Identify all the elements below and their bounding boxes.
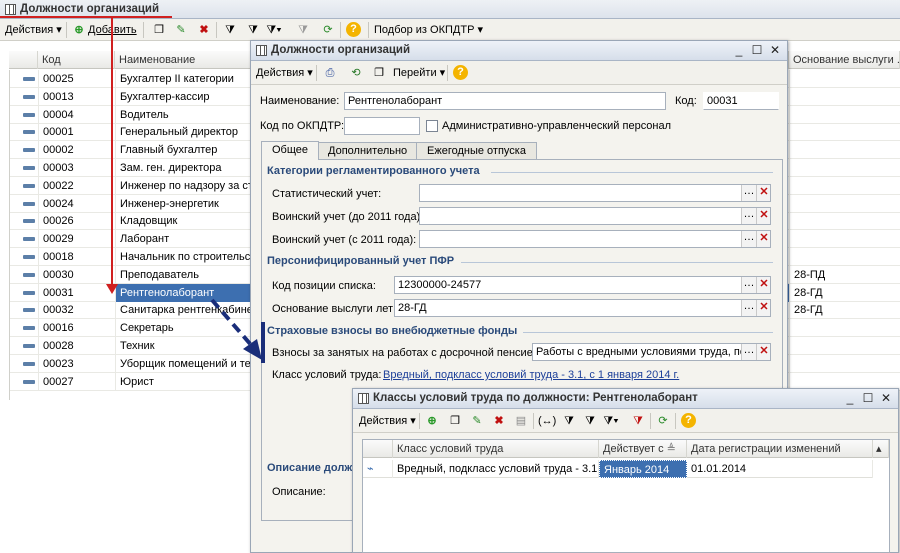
red-arrow-head [106,284,118,294]
blue-arrow-head [243,339,262,360]
blue-dashed-arrow-line [210,298,254,348]
tab-general[interactable]: Общее [261,141,320,160]
annotation-arrows [106,18,265,363]
